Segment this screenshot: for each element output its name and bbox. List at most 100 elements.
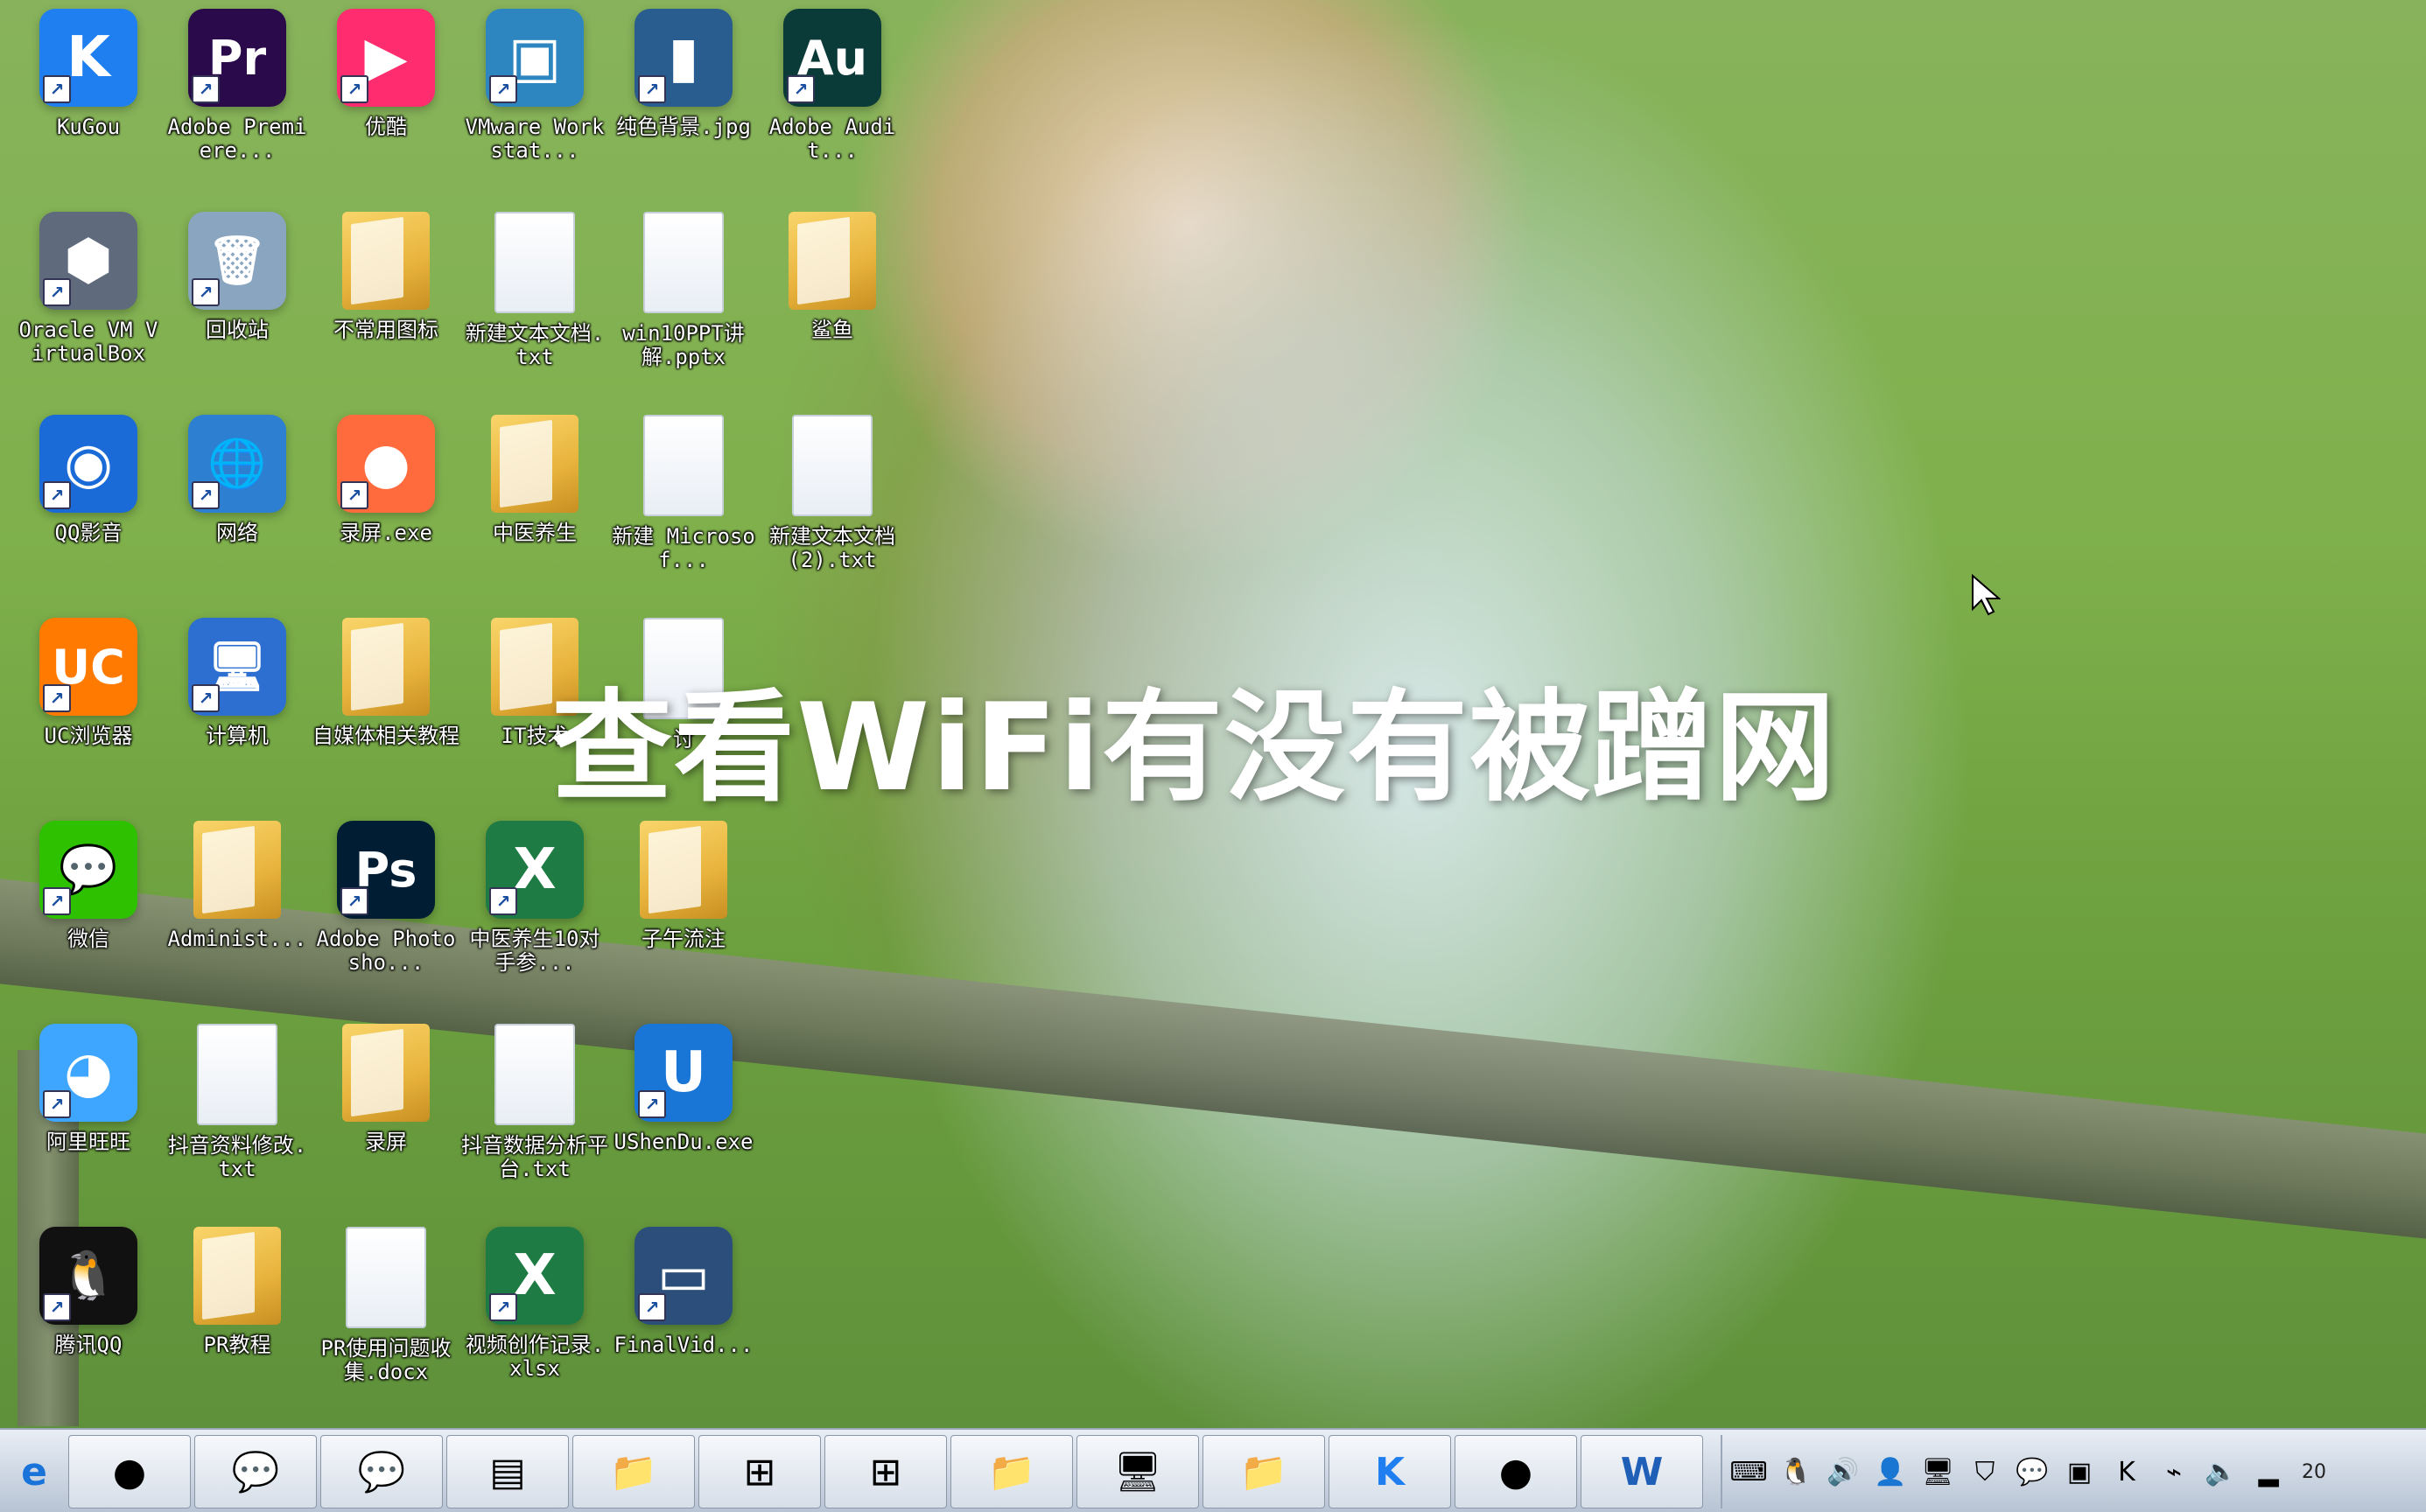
desktop-icon-36[interactable]: X ↗ 视频创作记录.xlsx xyxy=(460,1227,609,1410)
folder-icon[interactable]: 📁 xyxy=(572,1435,695,1508)
desktop-icon-label: 网络 xyxy=(216,521,258,545)
desktop-icon-9[interactable]: 新建文本文档.txt xyxy=(460,212,609,396)
app-icon: 🌐 ↗ xyxy=(188,415,286,513)
desktop-icon-label: PR教程 xyxy=(203,1333,271,1357)
shortcut-arrow-icon: ↗ xyxy=(340,75,368,103)
desktop-icon-label: FinalVid... xyxy=(614,1333,754,1357)
desktop-icon-28[interactable]: ◕ ↗ 阿里旺旺 xyxy=(14,1024,163,1208)
desktop-icon-label: VMware Workstat... xyxy=(465,115,605,163)
desktop-icon-37[interactable]: ▭ ↗ FinalVid... xyxy=(609,1227,758,1410)
word-doc-icon[interactable]: W xyxy=(1581,1435,1703,1508)
desktop-icon-26[interactable]: X ↗ 中医养生10对手参... xyxy=(460,821,609,1004)
usb-icon[interactable]: ⌁ xyxy=(2156,1454,2191,1489)
windows-flag-icon[interactable]: ⊞ xyxy=(698,1435,821,1508)
desktop-icon-6[interactable]: ⬢ ↗ Oracle VM VirtualBox xyxy=(14,212,163,396)
desktop-icon-label: 阿里旺旺 xyxy=(46,1130,130,1154)
wechat-icon-2[interactable]: 💬 xyxy=(320,1435,443,1508)
folder-icon xyxy=(193,1227,281,1325)
document-icon xyxy=(494,212,575,313)
desktop-icon-label: 纯色背景.jpg xyxy=(616,115,751,139)
desktop-icon-34[interactable]: PR教程 xyxy=(163,1227,312,1410)
desktop-icon-20[interactable]: 自媒体相关教程 xyxy=(312,618,460,802)
desktop-icon-30[interactable]: 录屏 xyxy=(312,1024,460,1208)
desktop-icon-33[interactable]: 🐧 ↗ 腾讯QQ xyxy=(14,1227,163,1410)
desktop-screen: K ↗ KuGou Pr ↗ Adobe Premiere... ▶ ↗ 优酷 ▣ ↗ VMware … xyxy=(0,0,2426,1512)
shortcut-arrow-icon: ↗ xyxy=(340,887,368,915)
shortcut-arrow-icon: ↗ xyxy=(43,75,71,103)
document-icon xyxy=(197,1024,277,1125)
app-icon: 🐧 ↗ xyxy=(39,1227,137,1325)
desktop-icon-35[interactable]: PR使用问题收集.docx xyxy=(312,1227,460,1410)
desktop-icon-0[interactable]: K ↗ KuGou xyxy=(14,9,163,192)
desktop-icon-15[interactable]: 中医养生 xyxy=(460,415,609,598)
desktop-icon-27[interactable]: 子午流注 xyxy=(609,821,758,1004)
computer-icon[interactable]: 🖥 xyxy=(1076,1435,1199,1508)
wechat-icon[interactable]: 💬 xyxy=(194,1435,317,1508)
desktop-icon-7[interactable]: 🗑 ↗ 回收站 xyxy=(163,212,312,396)
desktop-icon-17[interactable]: 新建文本文档 (2).txt xyxy=(758,415,907,598)
desktop-icon-label: 中医养生 xyxy=(493,521,577,545)
desktop-icon-3[interactable]: ▣ ↗ VMware Workstat... xyxy=(460,9,609,192)
desktop-icon-label: 计算机 xyxy=(206,724,269,748)
windows-flag-icon-2[interactable]: ⊞ xyxy=(824,1435,947,1508)
screen-recorder-icon[interactable]: ● xyxy=(1455,1435,1577,1508)
signal-icon[interactable]: ▂ xyxy=(2251,1454,2286,1489)
monitor-tray-icon[interactable]: 🖥 xyxy=(1920,1454,1955,1489)
desktop-icon-label: UShenDu.exe xyxy=(614,1130,754,1154)
orange-app-tray-icon[interactable]: ▣ xyxy=(2062,1454,2097,1489)
wechat-tray-icon[interactable]: 💬 xyxy=(2015,1454,2050,1489)
desktop-icon-2[interactable]: ▶ ↗ 优酷 xyxy=(312,9,460,192)
desktop-icon-18[interactable]: UC ↗ UC浏览器 xyxy=(14,618,163,802)
desktop-icon-8[interactable]: 不常用图标 xyxy=(312,212,460,396)
window-thumbnail-icon[interactable]: ▤ xyxy=(446,1435,569,1508)
desktop-icon-11[interactable]: 鲨鱼 xyxy=(758,212,907,396)
desktop-icon-31[interactable]: 抖音数据分析平台.txt xyxy=(460,1024,609,1208)
ie-icon[interactable]: e xyxy=(4,1435,65,1508)
desktop-icon-label: Adobe Premiere... xyxy=(167,115,307,163)
volume-icon[interactable]: 🔈 xyxy=(2204,1454,2239,1489)
desktop-icon-label: 子午流注 xyxy=(642,927,726,951)
user-tray-icon[interactable]: 👤 xyxy=(1873,1454,1908,1489)
keyboard-icon[interactable]: ⌨ xyxy=(1729,1454,1767,1489)
speaker-icon[interactable]: 🔊 xyxy=(1826,1454,1861,1489)
desktop-icon-5[interactable]: Au ↗ Adobe Audit... xyxy=(758,9,907,192)
desktop-icon-13[interactable]: 🌐 ↗ 网络 xyxy=(163,415,312,598)
app-icon: K ↗ xyxy=(39,9,137,107)
desktop-icon-label: 回收站 xyxy=(206,318,269,342)
document-icon xyxy=(792,415,873,516)
desktop-icon-24[interactable]: Administ... xyxy=(163,821,312,1004)
shortcut-arrow-icon: ↗ xyxy=(638,75,666,103)
folder-icon xyxy=(342,212,430,310)
desktop-icon-25[interactable]: Ps ↗ Adobe Photosho... xyxy=(312,821,460,1004)
app-icon: 🖥 ↗ xyxy=(188,618,286,716)
folder-icon-2[interactable]: 📁 xyxy=(950,1435,1073,1508)
folder-icon-3[interactable]: 📁 xyxy=(1202,1435,1325,1508)
desktop-icon-label: 不常用图标 xyxy=(333,318,438,342)
shortcut-arrow-icon: ↗ xyxy=(43,1293,71,1321)
desktop-icon-23[interactable]: 💬 ↗ 微信 xyxy=(14,821,163,1004)
kugou-tray-icon[interactable]: K xyxy=(2109,1454,2144,1489)
folder-icon xyxy=(342,618,430,716)
desktop-icon-label: UC浏览器 xyxy=(44,724,133,748)
desktop-icon-label: Administ... xyxy=(167,927,307,951)
document-icon xyxy=(643,415,724,516)
desktop-icon-4[interactable]: ▮ ↗ 纯色背景.jpg xyxy=(609,9,758,192)
shortcut-arrow-icon: ↗ xyxy=(192,278,220,306)
desktop-icon-12[interactable]: ◉ ↗ QQ影音 xyxy=(14,415,163,598)
clock[interactable]: 20 xyxy=(2302,1461,2326,1483)
desktop-icon-10[interactable]: win10PPT讲解.pptx xyxy=(609,212,758,396)
desktop-icon-label: 新建文本文档.txt xyxy=(465,321,605,369)
desktop-icon-19[interactable]: 🖥 ↗ 计算机 xyxy=(163,618,312,802)
qq-tray-icon[interactable]: 🐧 xyxy=(1778,1454,1813,1489)
shortcut-arrow-icon: ↗ xyxy=(43,278,71,306)
app-icon: ▭ ↗ xyxy=(635,1227,733,1325)
shortcut-arrow-icon: ↗ xyxy=(43,887,71,915)
shield-icon[interactable]: ⛉ xyxy=(1967,1454,2002,1489)
desktop-icon-29[interactable]: 抖音资料修改.txt xyxy=(163,1024,312,1208)
media-thumbnail-icon[interactable]: ● xyxy=(68,1435,191,1508)
desktop-icon-16[interactable]: 新建 Microsof... xyxy=(609,415,758,598)
desktop-icon-32[interactable]: U ↗ UShenDu.exe xyxy=(609,1024,758,1208)
desktop-icon-14[interactable]: ● ↗ 录屏.exe xyxy=(312,415,460,598)
desktop-icon-1[interactable]: Pr ↗ Adobe Premiere... xyxy=(163,9,312,192)
kugou-icon[interactable]: K xyxy=(1329,1435,1451,1508)
